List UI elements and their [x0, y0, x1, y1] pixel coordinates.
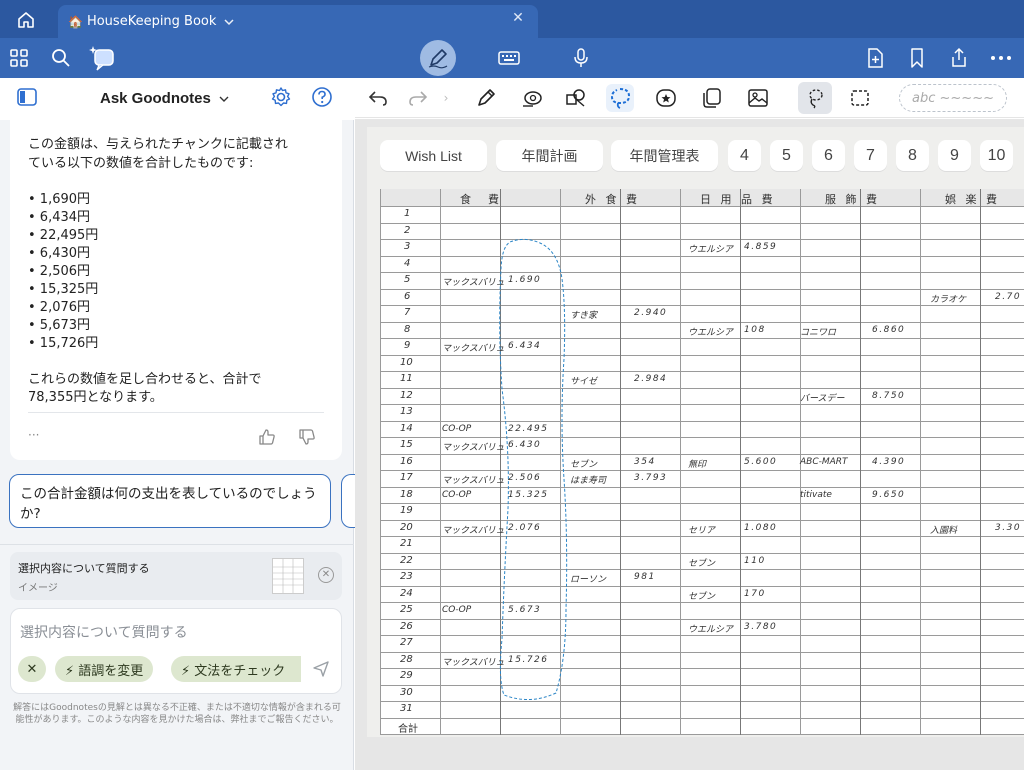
help-icon[interactable] [311, 86, 335, 110]
amount-item: • 22,495円 [28, 228, 99, 243]
tab-month-8[interactable]: 8 [896, 140, 929, 171]
suggested-question-button[interactable]: この合計金額は何の支出を表しているのでしょうか? [9, 474, 331, 528]
house-emoji-icon: 🏠 [68, 14, 83, 29]
answer-intro-line-1: この金額は、与えられたチャンクに記載され [28, 137, 288, 152]
thumbs-up-icon[interactable] [258, 428, 276, 450]
amount-item: • 6,430円 [28, 246, 91, 261]
question-input-placeholder[interactable]: 選択内容について質問する [20, 622, 188, 642]
pen-icon [423, 43, 453, 73]
tab-wish-list[interactable]: Wish List [380, 140, 487, 171]
selection-subtitle: イメージ [18, 583, 58, 594]
send-icon[interactable] [312, 660, 330, 682]
redo-icon[interactable] [404, 84, 432, 112]
microphone-icon[interactable] [566, 43, 596, 73]
chevron-down-icon [219, 96, 229, 102]
bookmark-icon[interactable] [902, 43, 932, 73]
lasso-tool-icon[interactable] [798, 82, 832, 114]
tab-month-9[interactable]: 9 [938, 140, 971, 171]
tab-annual-management[interactable]: 年間管理表 [611, 140, 718, 171]
grammar-check-chip[interactable]: ⚡ 文法をチェック [171, 656, 301, 682]
remove-selection-icon[interactable]: ✕ [318, 567, 334, 583]
tab-annual-plan[interactable]: 年間計画 [496, 140, 603, 171]
answer-conclusion-line-2: 78,355円となります。 [28, 390, 163, 405]
answer-conclusion-line-1: これらの数値を足し合わせると、合計で [28, 372, 262, 387]
amount-item: • 15,726円 [28, 336, 99, 351]
search-icon[interactable] [46, 43, 76, 73]
shape-tool-icon[interactable] [562, 84, 590, 112]
home-icon [18, 12, 34, 28]
chevron-down-icon[interactable] [224, 18, 234, 26]
change-tone-chip[interactable]: ⚡ 語調を変更 [55, 656, 154, 682]
keyboard-icon[interactable] [494, 43, 524, 73]
document-tab[interactable]: 🏠 HouseKeeping Book [58, 5, 538, 38]
tab-month-7[interactable]: 7 [854, 140, 887, 171]
more-menu-icon[interactable]: ··· [28, 428, 39, 442]
ask-title-text: Ask Goodnotes [100, 90, 211, 107]
eraser-icon[interactable] [518, 84, 546, 112]
tab-month-4[interactable]: 4 [728, 140, 761, 171]
selection-thumbnail [272, 558, 304, 594]
thumbs-down-icon[interactable] [298, 428, 316, 450]
ask-goodnotes-title[interactable]: Ask Goodnotes [100, 90, 229, 107]
undo-icon[interactable] [364, 84, 392, 112]
pen-tool-icon[interactable] [472, 84, 500, 112]
toolbar-chevron-icon[interactable]: › [440, 84, 452, 112]
image-icon[interactable] [744, 84, 772, 112]
panel-divider [0, 544, 354, 545]
selection-box-icon[interactable] [846, 84, 874, 112]
answer-divider [28, 412, 324, 413]
ask-goodnotes-icon[interactable] [86, 42, 120, 74]
chip-close-button[interactable]: ✕ [18, 656, 46, 682]
amount-item: • 15,325円 [28, 282, 99, 297]
add-page-icon[interactable] [860, 43, 890, 73]
amount-item: • 6,434円 [28, 210, 91, 225]
lasso-ai-tool-icon[interactable] [606, 84, 634, 112]
copy-pages-icon[interactable] [698, 84, 726, 112]
share-icon[interactable] [944, 43, 974, 73]
more-options-icon[interactable] [986, 43, 1016, 73]
tab-month-5[interactable]: 5 [770, 140, 803, 171]
text-lasso-tool[interactable]: abc ~~~~~ [899, 84, 1007, 112]
home-button[interactable] [6, 6, 46, 34]
close-tab-icon[interactable]: ✕ [506, 10, 530, 30]
amount-item: • 2,076円 [28, 300, 91, 315]
selection-title: 選択内容について質問する [18, 562, 150, 575]
sidebar-toggle-icon[interactable] [16, 87, 40, 109]
grid-view-icon[interactable] [4, 43, 34, 73]
tab-month-10[interactable]: 10 [980, 140, 1013, 171]
amount-item: • 5,673円 [28, 318, 91, 333]
document-tab-title: HouseKeeping Book [86, 14, 217, 29]
settings-gear-icon[interactable] [270, 86, 294, 110]
amount-item: • 1,690円 [28, 192, 91, 207]
tab-month-6[interactable]: 6 [812, 140, 845, 171]
lasso-selection-outline [499, 238, 568, 700]
amount-item: • 2,506円 [28, 264, 91, 279]
sticker-star-icon[interactable] [652, 84, 680, 112]
answer-intro-line-2: ている以下の数値を合計したものです: [28, 156, 254, 171]
disclaimer-text: 解答にはGoodnotesの見解とは異なる不正確、または不適切な情報が含まれる可… [13, 703, 341, 725]
expense-ledger-table: 食 費 外 食 費 日 用 品 費 服 飾 費 娯 楽 費 1234567891… [380, 189, 1024, 735]
